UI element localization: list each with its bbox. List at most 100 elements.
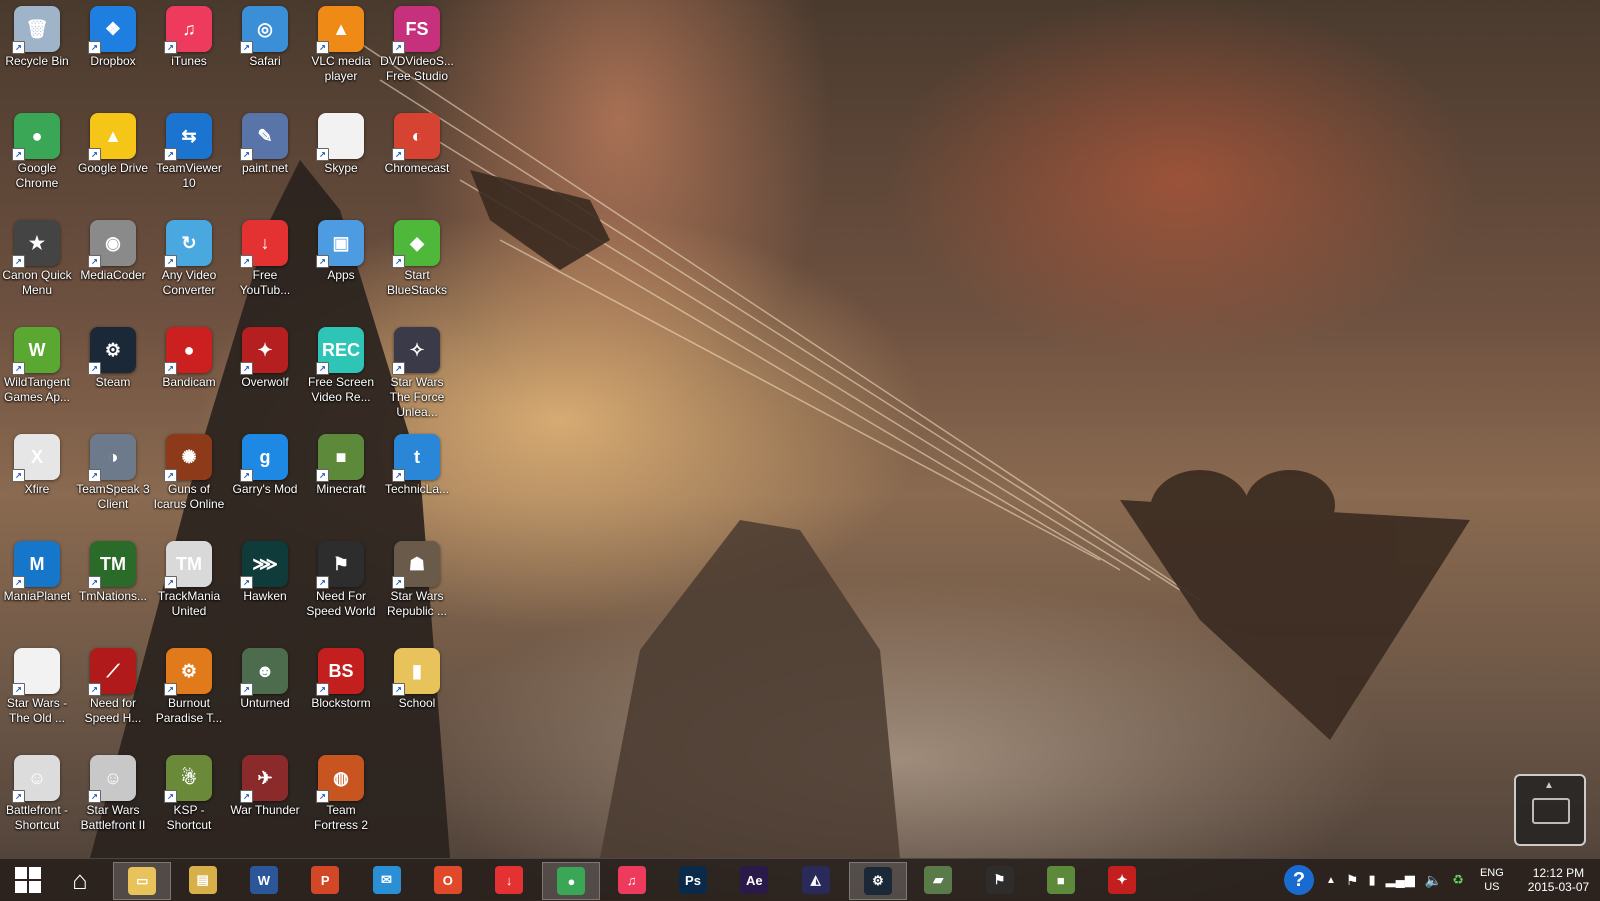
desktop-icon[interactable]: ✈ ↗ War Thunder — [228, 749, 302, 818]
nfs-hot-pursuit-icon: ⟋ ↗ — [88, 648, 136, 696]
taskbar-item-folder[interactable]: ▤ — [175, 862, 231, 898]
desktop-icon[interactable]: ✧ ↗ Star Wars The Force Unlea... — [380, 321, 454, 420]
desktop-icon[interactable]: g ↗ Garry's Mod — [228, 428, 302, 497]
desktop-icon[interactable]: TM ↗ TrackMania United — [152, 535, 226, 619]
desktop-icon[interactable]: ▮ ↗ School — [380, 642, 454, 711]
desktop-icon[interactable]: ☗ ↗ Star Wars Republic ... — [380, 535, 454, 619]
show-hidden-icons-icon[interactable]: ▲ — [1326, 875, 1336, 886]
desktop-icon[interactable]: ☺ ↗ Battlefront - Shortcut — [0, 749, 74, 833]
taskbar-item-minecraft[interactable]: ■ — [1033, 862, 1089, 898]
desktop-icon[interactable]: ↻ ↗ Any Video Converter — [152, 214, 226, 298]
desktop-icon[interactable]: ◐ ↗ Chromecast — [380, 107, 454, 176]
taskbar-item-powerpoint[interactable]: P — [297, 862, 353, 898]
desktop-icon[interactable]: ⋙ ↗ Hawken — [228, 535, 302, 604]
desktop-icon[interactable]: ◎ ↗ Safari — [228, 0, 302, 69]
desktop-icon[interactable]: X ↗ Xfire — [0, 428, 74, 497]
shortcut-arrow-icon: ↗ — [240, 790, 253, 803]
desktop-icon[interactable]: ⚙ ↗ Steam — [76, 321, 150, 390]
taskbar-item-after-effects[interactable]: Ae — [726, 862, 782, 898]
overwolf-icon: ✦ ↗ — [240, 327, 288, 375]
guns-of-icarus-icon: ✺ ↗ — [164, 434, 212, 482]
desktop-icon[interactable]: 🗑 ↗ Recycle Bin — [0, 0, 74, 69]
taskbar-item-nfs-world[interactable]: ⚑ — [972, 862, 1028, 898]
desktop-icon[interactable]: ◆ ↗ Start BlueStacks — [380, 214, 454, 298]
desktop-icon[interactable]: ↗ Skype — [304, 107, 378, 176]
home-icon: ⌂ — [72, 864, 88, 895]
desktop-icon[interactable]: ▲ ↗ Google Drive — [76, 107, 150, 176]
taskbar-item-office[interactable]: O — [420, 862, 476, 898]
desktop-icon[interactable]: ☃ ↗ KSP - Shortcut — [152, 749, 226, 833]
desktop-icon[interactable]: W ↗ WildTangent Games Ap... — [0, 321, 74, 405]
taskbar-item-word[interactable]: W — [236, 862, 292, 898]
volume-icon[interactable]: 🔈 — [1425, 872, 1442, 889]
taskbar-item-itunes[interactable]: ♫ — [604, 862, 660, 898]
desktop-icon[interactable]: FS ↗ DVDVideoS... Free Studio — [380, 0, 454, 84]
desktop-icon[interactable]: ★ ↗ Canon Quick Menu — [0, 214, 74, 298]
shortcut-arrow-icon: ↗ — [392, 469, 405, 482]
desktop-icon[interactable]: ◍ ↗ Team Fortress 2 — [304, 749, 378, 833]
desktop-icon[interactable]: BS ↗ Blockstorm — [304, 642, 378, 711]
language-indicator[interactable]: ENG US — [1480, 866, 1504, 894]
desktop-icon[interactable]: ⟋ ↗ Need for Speed H... — [76, 642, 150, 726]
desktop-icon[interactable]: ▣ ↗ Apps — [304, 214, 378, 283]
taskbar-item-steam[interactable]: ⚙ — [848, 862, 907, 900]
desktop-icon-label: TeamViewer 10 — [156, 161, 222, 190]
network-icon[interactable]: ▂▄▆ — [1386, 872, 1415, 888]
taskbar-item-home-button[interactable]: ⌂ — [52, 862, 108, 898]
help-icon[interactable]: ? — [1284, 865, 1314, 895]
clock[interactable]: 12:12 PM 2015-03-07 — [1528, 866, 1589, 894]
desktop-icon[interactable]: ● ↗ Google Chrome — [0, 107, 74, 191]
shortcut-arrow-icon: ↗ — [12, 469, 25, 482]
taskbar-item-photoshop[interactable]: Ps — [665, 862, 721, 898]
desktop-icon[interactable]: ▲ ↗ VLC media player — [304, 0, 378, 84]
desktop-icon[interactable]: M ↗ ManiaPlanet — [0, 535, 74, 604]
desktop-icon-label: VLC media player — [311, 54, 371, 83]
keyboard-icon — [1532, 798, 1570, 824]
desktop-icon-label: Skype — [324, 161, 358, 175]
battery-icon[interactable]: ▮ — [1368, 872, 1375, 888]
desktop-icon[interactable]: ✦ ↗ Overwolf — [228, 321, 302, 390]
desktop-icon-label: Steam — [95, 375, 131, 389]
desktop-icon[interactable]: ◉ ↗ MediaCoder — [76, 214, 150, 283]
taskbar-item-chrome[interactable]: ● — [542, 862, 601, 900]
taskbar-item-free-youtube[interactable]: ↓ — [481, 862, 537, 898]
flag-icon[interactable]: ⚑ — [1346, 872, 1359, 889]
taskbar-item-premiere[interactable]: ◭ — [788, 862, 844, 898]
desktop-icon[interactable]: REC ↗ Free Screen Video Re... — [304, 321, 378, 405]
desktop-icon[interactable]: t ↗ TechnicLa... — [380, 428, 454, 497]
desktop-icon[interactable]: ⚙ ↗ Burnout Paradise T... — [152, 642, 226, 726]
taskbar-item-mail[interactable]: ✉ — [359, 862, 415, 898]
desktop-icon[interactable]: ❖ ↗ Dropbox — [76, 0, 150, 69]
desktop-icon[interactable]: ⇆ ↗ TeamViewer 10 — [152, 107, 226, 191]
taskbar-item-file-explorer[interactable]: ▭ — [113, 862, 172, 900]
desktop-icon[interactable]: ↓ ↗ Free YouTub... — [228, 214, 302, 298]
shortcut-arrow-icon: ↗ — [88, 576, 101, 589]
desktop-icon[interactable]: ♫ ↗ iTunes — [152, 0, 226, 69]
canon-quick-menu-icon: ★ ↗ — [12, 220, 60, 268]
desktop-icon[interactable]: ☺ ↗ Star Wars Battlefront II — [76, 749, 150, 833]
desktop-icon[interactable]: ■ ↗ Minecraft — [304, 428, 378, 497]
desktop-icon[interactable]: ◑ ↗ TeamSpeak 3 Client — [76, 428, 150, 512]
desktop-icon[interactable]: TM ↗ TmNations... — [76, 535, 150, 604]
taskbar-item-game-2[interactable]: ✦ — [1094, 862, 1150, 898]
shortcut-arrow-icon: ↗ — [88, 790, 101, 803]
desktop-icon[interactable]: ⚑ ↗ Need For Speed World — [304, 535, 378, 619]
sync-icon[interactable]: ♻ — [1452, 872, 1464, 888]
shortcut-arrow-icon: ↗ — [316, 362, 329, 375]
shortcut-arrow-icon: ↗ — [12, 148, 25, 161]
shortcut-arrow-icon: ↗ — [164, 790, 177, 803]
desktop-icon[interactable]: ↗ Star Wars - The Old ... — [0, 642, 74, 726]
desktop-icon-label: School — [398, 696, 436, 710]
desktop-icon[interactable]: ✎ ↗ paint.net — [228, 107, 302, 176]
start-button[interactable] — [0, 862, 56, 898]
taskbar-item-game-1[interactable]: ▰ — [910, 862, 966, 898]
hawken-icon: ⋙ ↗ — [240, 541, 288, 589]
desktop-icon[interactable]: ☻ ↗ Unturned — [228, 642, 302, 711]
teamspeak-icon: ◑ ↗ — [88, 434, 136, 482]
on-screen-keyboard-widget[interactable]: ▲ — [1514, 774, 1586, 846]
desktop-icon[interactable]: ● ↗ Bandicam — [152, 321, 226, 390]
premiere-icon: ◭ — [801, 866, 830, 894]
desktop-icon-label: Unturned — [240, 696, 290, 710]
wildtangent-icon: W ↗ — [12, 327, 60, 375]
desktop-icon[interactable]: ✺ ↗ Guns of Icarus Online — [152, 428, 226, 512]
